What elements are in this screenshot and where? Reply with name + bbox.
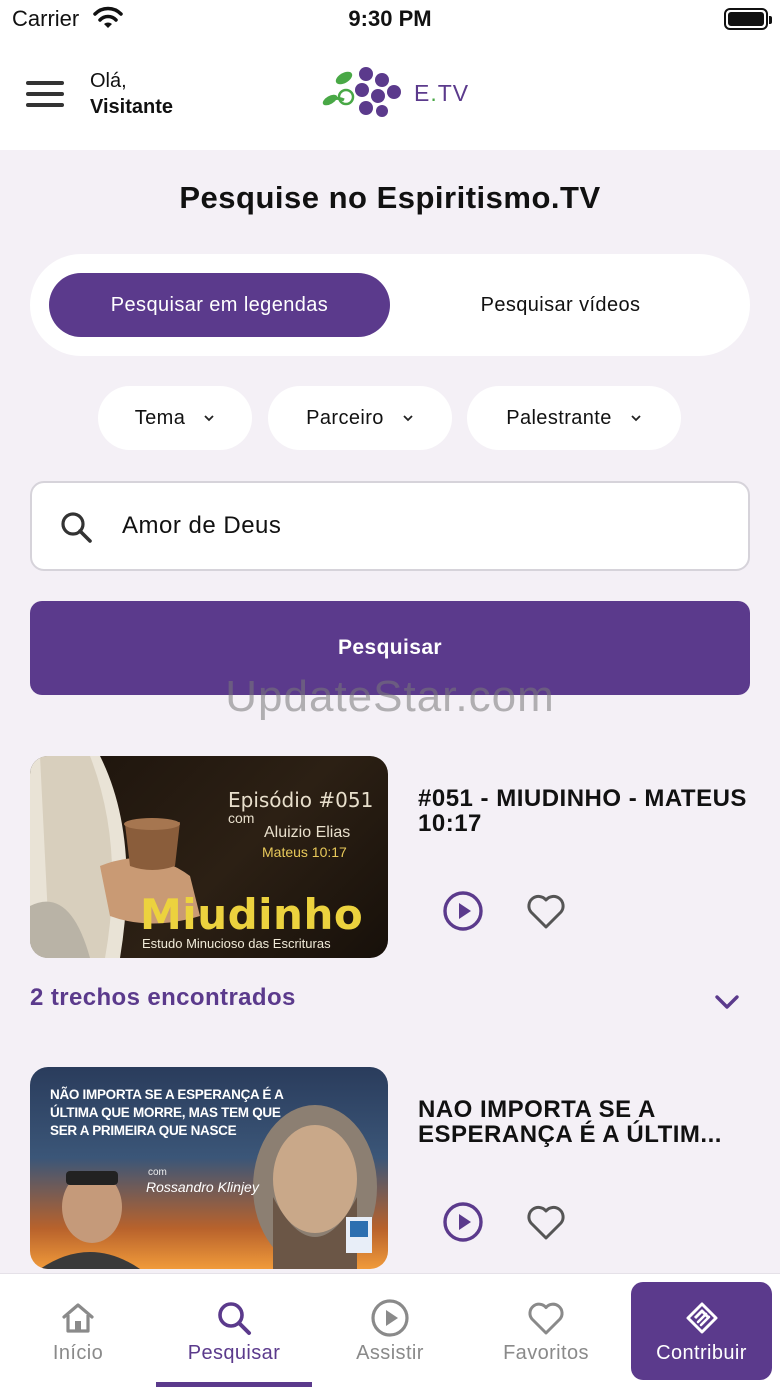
search-icon — [218, 1302, 251, 1335]
home-icon — [62, 1303, 94, 1333]
chevron-down-icon — [631, 415, 641, 422]
search-mode-toggle: Pesquisar em legendas Pesquisar vídeos — [30, 254, 750, 356]
thumb-speaker: Rossandro Klinjey — [146, 1179, 259, 1195]
logo-text-e: E — [414, 80, 431, 106]
greeting: Olá, Visitante — [90, 68, 173, 120]
result-thumbnail[interactable]: NÃO IMPORTA SE A ESPERANÇA É A ÚLTIMA QU… — [30, 1067, 388, 1269]
thumb-com: com — [148, 1167, 167, 1178]
hamburger-menu-icon[interactable] — [26, 81, 64, 109]
thumb-episode: Episódio #051 — [228, 788, 374, 812]
filter-palestrante-label: Palestrante — [506, 406, 612, 429]
result-thumbnail[interactable]: Episódio #051 com Aluizio Elias Mateus 1… — [30, 756, 388, 958]
chevron-down-icon — [204, 415, 214, 422]
play-circle-icon — [371, 1299, 409, 1337]
battery-icon — [724, 8, 772, 30]
search-field — [30, 481, 750, 571]
tab-inicio[interactable]: Início — [0, 1274, 156, 1387]
contribuir-button[interactable]: Contribuir — [631, 1282, 772, 1380]
filter-tema-label: Tema — [134, 406, 186, 429]
thumb-line2: ÚLTIMA QUE MORRE, MAS TEM QUE — [50, 1105, 281, 1120]
filter-parceiro-label: Parceiro — [306, 406, 384, 429]
play-icon[interactable] — [441, 889, 485, 933]
page-title: Pesquise no Espiritismo.TV — [179, 180, 601, 215]
tab-pesquisar[interactable]: Pesquisar — [156, 1274, 312, 1387]
tab-assistir[interactable]: Assistir — [312, 1274, 468, 1387]
greeting-hello: Olá, — [90, 70, 127, 92]
tab-favoritos[interactable]: Favoritos — [468, 1274, 624, 1387]
clock: 9:30 PM — [348, 6, 432, 31]
tab-pesquisar-label: Pesquisar — [187, 1342, 281, 1364]
result-title[interactable]: NAO IMPORTA SE A ESPERANÇA É A ÚLTIM... — [418, 1097, 748, 1147]
app-logo[interactable]: E.TV — [320, 66, 470, 122]
tab-assistir-label: Assistir — [356, 1342, 424, 1364]
filter-tema-dropdown[interactable]: Tema — [98, 386, 252, 450]
thumb-speaker: Aluizio Elias — [264, 824, 351, 841]
grapes-logo-icon — [322, 67, 401, 117]
search-input[interactable] — [122, 503, 722, 549]
thumb-line1: NÃO IMPORTA SE A ESPERANÇA É A — [50, 1087, 284, 1102]
filter-parceiro-dropdown[interactable]: Parceiro — [268, 386, 452, 450]
contribuir-label: Contribuir — [656, 1342, 747, 1364]
thumb-brand: Miudinho — [140, 890, 364, 939]
heart-icon[interactable] — [524, 1200, 568, 1244]
tab-search-videos[interactable]: Pesquisar vídeos — [390, 273, 731, 337]
thumb-line3: SER A PRIMEIRA QUE NASCE — [50, 1123, 237, 1138]
chevron-down-icon[interactable] — [712, 990, 742, 1014]
greeting-username: Visitante — [90, 96, 173, 118]
result-title[interactable]: #051 - MIUDINHO - MATEUS 10:17 — [418, 786, 748, 836]
logo-text: E.TV — [414, 80, 469, 107]
heart-icon — [528, 1302, 564, 1335]
logo-text-tv: TV — [437, 80, 470, 106]
heart-icon[interactable] — [524, 889, 568, 933]
tab-inicio-label: Início — [52, 1342, 104, 1364]
bottom-tab-bar: Início Pesquisar Assistir Favoritos Cont… — [0, 1273, 780, 1387]
filter-palestrante-dropdown[interactable]: Palestrante — [467, 386, 681, 450]
logo-text-dot: . — [430, 80, 438, 106]
play-icon[interactable] — [441, 1200, 485, 1244]
search-button[interactable]: Pesquisar — [30, 601, 750, 695]
tab-search-subtitles[interactable]: Pesquisar em legendas — [49, 273, 390, 337]
thumb-subtitle: Estudo Minucioso das Escrituras — [142, 936, 331, 951]
handshake-icon — [686, 1302, 717, 1334]
thumb-reference: Mateus 10:17 — [262, 844, 347, 860]
matches-expander-label[interactable]: 2 trechos encontrados — [30, 984, 296, 1012]
tab-favoritos-label: Favoritos — [503, 1342, 589, 1364]
app-header: Olá, Visitante E.TV — [0, 44, 780, 150]
search-icon — [61, 512, 92, 543]
chevron-down-icon — [403, 415, 413, 422]
thumb-com: com — [228, 810, 255, 826]
status-bar: Carrier 9:30 PM — [0, 0, 780, 44]
